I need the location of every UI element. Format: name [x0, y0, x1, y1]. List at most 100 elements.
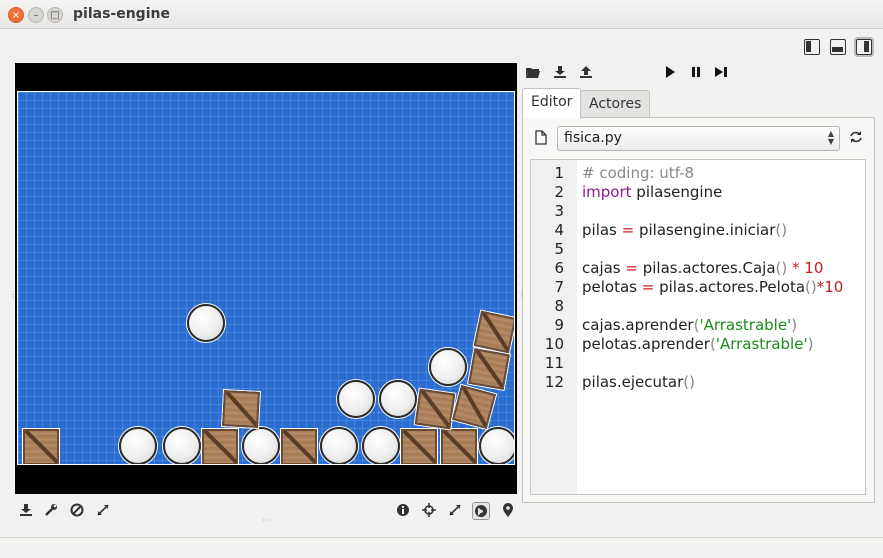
- minimize-window-button[interactable]: –: [28, 7, 44, 23]
- ball-actor[interactable]: [429, 348, 467, 386]
- ball-actor[interactable]: [187, 304, 225, 342]
- expand-icon[interactable]: [95, 503, 111, 519]
- disable-icon[interactable]: [69, 503, 85, 519]
- code-token: * 10: [787, 259, 824, 277]
- crosshair-icon[interactable]: [421, 503, 437, 519]
- code-token: 'Arrastrable': [699, 316, 792, 334]
- ball-actor[interactable]: [320, 427, 358, 464]
- download-icon[interactable]: [18, 503, 34, 519]
- step-forward-icon[interactable]: [713, 65, 729, 81]
- code-line[interactable]: 6 cajas = pilas.actores.Caja() * 10: [531, 259, 865, 278]
- file-selector[interactable]: fisica.py ▲ ▼: [557, 126, 840, 151]
- code-token: =: [625, 259, 638, 277]
- line-number: 5: [554, 240, 564, 258]
- layout-right-panel-icon[interactable]: [856, 39, 872, 55]
- reload-icon[interactable]: [848, 130, 864, 146]
- code-line[interactable]: 11: [531, 354, 865, 373]
- code-token: pilas: [582, 221, 622, 239]
- ball-actor[interactable]: [379, 380, 417, 418]
- game-canvas[interactable]: [15, 63, 517, 494]
- code-text: cajas = pilas.actores.Caja() * 10: [582, 259, 823, 278]
- code-token: pilas.actores.Pelota: [654, 278, 806, 296]
- expand-icon[interactable]: [447, 503, 463, 519]
- layout-left-panel-icon[interactable]: [804, 39, 820, 55]
- code-text: cajas.aprender('Arrastrable'): [582, 316, 797, 335]
- crate-actor[interactable]: [202, 429, 238, 464]
- crate-actor[interactable]: [222, 390, 260, 428]
- code-token: ): [791, 316, 798, 334]
- code-token: 'Arrastrable': [715, 335, 808, 353]
- crate-actor[interactable]: [473, 310, 514, 354]
- code-token: (): [683, 373, 695, 391]
- download-icon[interactable]: [552, 65, 568, 81]
- code-line[interactable]: 5: [531, 240, 865, 259]
- code-token: ): [807, 335, 814, 353]
- code-token: *10: [816, 278, 844, 296]
- info-icon[interactable]: [395, 503, 411, 519]
- code-line[interactable]: 9 cajas.aprender('Arrastrable'): [531, 316, 865, 335]
- globe-icon[interactable]: [472, 502, 490, 520]
- folder-open-icon[interactable]: [525, 65, 541, 81]
- ball-actor[interactable]: [479, 427, 514, 464]
- line-number: 12: [544, 373, 564, 391]
- line-number: 6: [554, 259, 564, 277]
- code-text: # coding: utf-8: [582, 164, 694, 183]
- splitter-handle[interactable]: ⋮: [518, 290, 526, 300]
- line-number: 1: [554, 164, 564, 182]
- pause-icon[interactable]: [688, 65, 704, 81]
- code-text: pelotas = pilas.actores.Pelota()*10: [582, 278, 843, 297]
- code-token: pilas.actores.Caja: [637, 259, 776, 277]
- new-file-icon[interactable]: [533, 130, 549, 146]
- layout-bottom-panel-icon[interactable]: [830, 39, 846, 55]
- code-token: pilas.ejecutar: [582, 373, 684, 391]
- code-text: pilas = pilasengine.iniciar(): [582, 221, 787, 240]
- code-token: (): [775, 221, 788, 239]
- crate-actor[interactable]: [468, 348, 510, 390]
- code-token: import: [582, 183, 632, 201]
- code-token: =: [641, 278, 655, 296]
- code-text: pilas.ejecutar(): [582, 373, 695, 392]
- tab-editor[interactable]: Editor: [522, 88, 582, 118]
- crate-actor[interactable]: [441, 429, 477, 464]
- code-line[interactable]: 12 pilas.ejecutar(): [531, 373, 865, 392]
- code-editor[interactable]: 1 # coding: utf-8 2 import pilasengine 3 4 pil…: [530, 159, 866, 495]
- splitter-handle[interactable]: ···: [262, 517, 272, 525]
- ball-actor[interactable]: [362, 427, 400, 464]
- ball-actor[interactable]: [119, 427, 157, 464]
- line-number: 7: [554, 278, 564, 296]
- code-token: (): [805, 278, 817, 296]
- ball-actor[interactable]: [337, 380, 375, 418]
- status-bar: [0, 537, 883, 558]
- code-line[interactable]: 4 pilas = pilasengine.iniciar(): [531, 221, 865, 240]
- code-line[interactable]: 8: [531, 297, 865, 316]
- code-line[interactable]: 10 pelotas.aprender('Arrastrable'): [531, 335, 865, 354]
- crate-actor[interactable]: [401, 429, 437, 464]
- play-icon[interactable]: [662, 65, 678, 81]
- ball-actor[interactable]: [163, 427, 201, 464]
- tab-actores[interactable]: Actores: [580, 90, 651, 118]
- line-number: 9: [554, 316, 564, 334]
- pin-icon[interactable]: [500, 503, 516, 519]
- export-icon[interactable]: [578, 65, 594, 81]
- window-title: pilas-engine: [73, 6, 170, 22]
- crate-actor[interactable]: [451, 384, 497, 430]
- splitter-handle[interactable]: ⋮: [9, 290, 17, 300]
- line-number: 8: [554, 297, 564, 315]
- physics-scene[interactable]: [17, 91, 515, 465]
- file-selector-value: fisica.py: [564, 130, 622, 146]
- ball-actor[interactable]: [242, 427, 280, 464]
- code-text: pelotas.aprender('Arrastrable'): [582, 335, 813, 354]
- wrench-icon[interactable]: [43, 503, 59, 519]
- code-token: cajas: [582, 259, 626, 277]
- code-line[interactable]: 2 import pilasengine: [531, 183, 865, 202]
- close-window-button[interactable]: ×: [8, 7, 24, 23]
- code-token: # coding: utf-8: [582, 164, 695, 182]
- crate-actor[interactable]: [281, 429, 317, 464]
- code-line[interactable]: 1 # coding: utf-8: [531, 164, 865, 183]
- code-line[interactable]: 3: [531, 202, 865, 221]
- maximize-window-button[interactable]: □: [47, 7, 63, 23]
- code-line[interactable]: 7 pelotas = pilas.actores.Pelota()*10: [531, 278, 865, 297]
- line-number: 3: [554, 202, 564, 220]
- crate-actor[interactable]: [23, 429, 59, 464]
- crate-actor[interactable]: [414, 388, 456, 430]
